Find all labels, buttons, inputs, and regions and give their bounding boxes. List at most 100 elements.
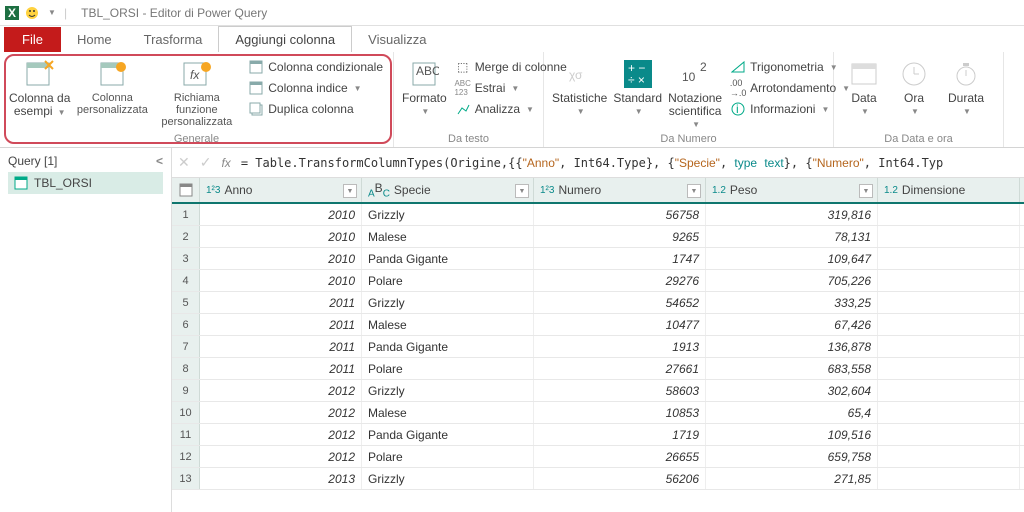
cell-specie[interactable]: Malese [362, 314, 534, 335]
table-row[interactable]: 42010Polare29276705,226 [172, 270, 1024, 292]
cell-peso[interactable]: 271,85 [706, 468, 878, 489]
row-header[interactable]: 6 [172, 314, 200, 335]
cell-peso[interactable]: 302,604 [706, 380, 878, 401]
tab-trasforma[interactable]: Trasforma [128, 27, 219, 52]
cell-anno[interactable]: 2011 [200, 336, 362, 357]
row-header[interactable]: 1 [172, 204, 200, 225]
cell-anno[interactable]: 2011 [200, 358, 362, 379]
cell-specie[interactable]: Grizzly [362, 468, 534, 489]
cell-dim[interactable] [878, 446, 1020, 467]
cell-anno[interactable]: 2012 [200, 446, 362, 467]
cell-peso[interactable]: 659,758 [706, 446, 878, 467]
cell-numero[interactable]: 29276 [534, 270, 706, 291]
cell-peso[interactable]: 109,516 [706, 424, 878, 445]
accept-icon[interactable]: ✓ [200, 154, 212, 171]
cell-dim[interactable] [878, 204, 1020, 225]
filter-icon[interactable]: ▼ [343, 184, 357, 198]
cell-numero[interactable]: 10853 [534, 402, 706, 423]
cell-numero[interactable]: 54652 [534, 292, 706, 313]
cell-anno[interactable]: 2013 [200, 468, 362, 489]
filter-icon[interactable]: ▼ [687, 184, 701, 198]
cell-anno[interactable]: 2011 [200, 292, 362, 313]
table-row[interactable]: 62011Malese1047767,426 [172, 314, 1024, 336]
table-row[interactable]: 52011Grizzly54652333,25 [172, 292, 1024, 314]
table-row[interactable]: 82011Polare27661683,558 [172, 358, 1024, 380]
tab-home[interactable]: Home [61, 27, 128, 52]
cancel-icon[interactable]: ✕ [178, 154, 190, 171]
smiley-icon[interactable] [24, 5, 40, 21]
row-header[interactable]: 12 [172, 446, 200, 467]
row-header[interactable]: 10 [172, 402, 200, 423]
formula-text[interactable]: = Table.TransformColumnTypes(Origine,{{"… [241, 156, 943, 170]
cell-peso[interactable]: 683,558 [706, 358, 878, 379]
cell-peso[interactable]: 67,426 [706, 314, 878, 335]
cell-peso[interactable]: 333,25 [706, 292, 878, 313]
colonna-indice-button[interactable]: Colonna indice▼ [246, 79, 385, 97]
cell-peso[interactable]: 78,131 [706, 226, 878, 247]
table-row[interactable]: 92012Grizzly58603302,604 [172, 380, 1024, 402]
cell-dim[interactable] [878, 358, 1020, 379]
colonna-da-esempi-button[interactable]: Colonna da esempi ▼ [8, 56, 71, 119]
row-header[interactable]: 4 [172, 270, 200, 291]
table-row[interactable]: 22010Malese926578,131 [172, 226, 1024, 248]
formato-button[interactable]: ABC Formato▼ [402, 56, 447, 118]
cell-numero[interactable]: 9265 [534, 226, 706, 247]
row-header[interactable]: 8 [172, 358, 200, 379]
cell-specie[interactable]: Polare [362, 270, 534, 291]
table-row[interactable]: 12010Grizzly56758319,816 [172, 204, 1024, 226]
cell-dim[interactable] [878, 270, 1020, 291]
cell-numero[interactable]: 1719 [534, 424, 706, 445]
fx-icon[interactable]: fx [221, 156, 230, 170]
cell-specie[interactable]: Polare [362, 446, 534, 467]
cell-peso[interactable]: 705,226 [706, 270, 878, 291]
table-row[interactable]: 122012Polare26655659,758 [172, 446, 1024, 468]
duplica-colonna-button[interactable]: Duplica colonna [246, 100, 385, 118]
cell-numero[interactable]: 58603 [534, 380, 706, 401]
cell-specie[interactable]: Panda Gigante [362, 248, 534, 269]
cell-anno[interactable]: 2010 [200, 270, 362, 291]
tab-file[interactable]: File [4, 27, 61, 52]
row-header[interactable]: 7 [172, 336, 200, 357]
cell-dim[interactable] [878, 314, 1020, 335]
cell-numero[interactable]: 1913 [534, 336, 706, 357]
cell-peso[interactable]: 319,816 [706, 204, 878, 225]
col-anno[interactable]: 1²3Anno▼ [200, 178, 362, 202]
cell-anno[interactable]: 2012 [200, 424, 362, 445]
tab-visualizza[interactable]: Visualizza [352, 27, 442, 52]
cell-numero[interactable]: 10477 [534, 314, 706, 335]
table-row[interactable]: 132013Grizzly56206271,85 [172, 468, 1024, 490]
cell-anno[interactable]: 2010 [200, 204, 362, 225]
cell-dim[interactable] [878, 468, 1020, 489]
cell-dim[interactable] [878, 424, 1020, 445]
table-row[interactable]: 102012Malese1085365,4 [172, 402, 1024, 424]
collapse-icon[interactable]: < [156, 154, 163, 168]
table-row[interactable]: 72011Panda Gigante1913136,878 [172, 336, 1024, 358]
query-item[interactable]: TBL_ORSI [8, 172, 163, 194]
col-dimensione[interactable]: 1.2Dimensione [878, 178, 1020, 202]
cell-dim[interactable] [878, 380, 1020, 401]
cell-peso[interactable]: 136,878 [706, 336, 878, 357]
richiama-funzione-button[interactable]: fx Richiama funzione personalizzata [153, 56, 240, 128]
dropdown-icon[interactable]: ▼ [44, 5, 60, 21]
cell-anno[interactable]: 2010 [200, 226, 362, 247]
cell-specie[interactable]: Grizzly [362, 204, 534, 225]
cell-dim[interactable] [878, 226, 1020, 247]
standard-button[interactable]: + −÷ × Standard▼ [613, 56, 662, 118]
filter-icon[interactable]: ▼ [515, 184, 529, 198]
cell-numero[interactable]: 56206 [534, 468, 706, 489]
cell-anno[interactable]: 2012 [200, 402, 362, 423]
cell-numero[interactable]: 26655 [534, 446, 706, 467]
col-peso[interactable]: 1.2Peso▼ [706, 178, 878, 202]
cell-numero[interactable]: 27661 [534, 358, 706, 379]
select-all-cell[interactable] [172, 178, 200, 202]
cell-peso[interactable]: 109,647 [706, 248, 878, 269]
cell-peso[interactable]: 65,4 [706, 402, 878, 423]
row-header[interactable]: 13 [172, 468, 200, 489]
cell-specie[interactable]: Malese [362, 226, 534, 247]
cell-specie[interactable]: Panda Gigante [362, 424, 534, 445]
cell-numero[interactable]: 1747 [534, 248, 706, 269]
colonna-condizionale-button[interactable]: Colonna condizionale [246, 58, 385, 76]
colonna-personalizzata-button[interactable]: Colonna personalizzata [77, 56, 147, 116]
row-header[interactable]: 11 [172, 424, 200, 445]
row-header[interactable]: 5 [172, 292, 200, 313]
